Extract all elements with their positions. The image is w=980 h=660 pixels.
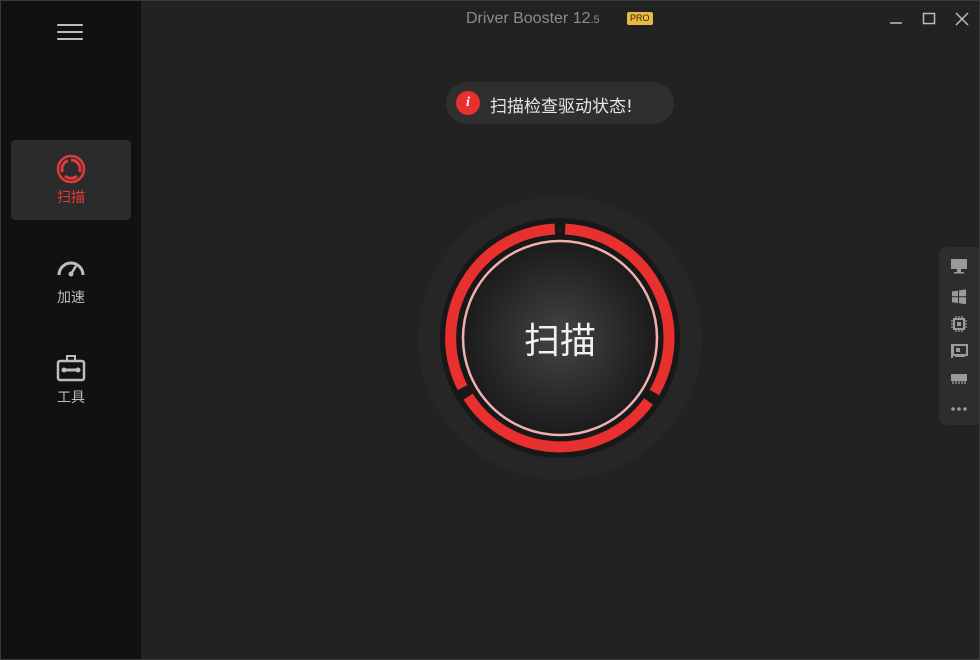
chip-icon[interactable] xyxy=(950,316,968,332)
sidebar: 扫描 加速 工具 xyxy=(1,1,141,659)
network-card-icon[interactable] xyxy=(950,343,968,359)
app-version-suffix: .5 xyxy=(590,14,600,26)
more-icon[interactable] xyxy=(950,401,968,417)
hardware-toolbar xyxy=(939,247,979,425)
minimize-icon xyxy=(890,22,902,24)
maximize-button[interactable] xyxy=(918,9,940,29)
toolbox-icon xyxy=(56,355,86,382)
sidebar-item-speed[interactable]: 加速 xyxy=(11,240,131,320)
sidebar-item-label: 扫描 xyxy=(57,190,85,206)
windows-icon[interactable] xyxy=(950,289,968,305)
close-button[interactable] xyxy=(951,9,973,29)
app-title: Driver Booster 12.5 xyxy=(466,10,600,28)
sidebar-item-tools[interactable]: 工具 xyxy=(11,340,131,420)
memory-icon[interactable] xyxy=(950,370,968,386)
monitor-icon[interactable] xyxy=(950,258,968,274)
notice-text: 扫描检查驱动状态! xyxy=(490,97,633,117)
speedometer-icon xyxy=(57,261,85,277)
pro-badge: PRO xyxy=(627,12,653,25)
hamburger-menu-icon[interactable] xyxy=(57,23,83,41)
close-icon xyxy=(955,12,969,26)
scan-button-label: 扫描 xyxy=(523,321,596,362)
minimize-button[interactable] xyxy=(885,9,907,29)
info-icon: i xyxy=(456,91,480,115)
scan-notice[interactable]: i 扫描检查驱动状态! xyxy=(446,82,674,124)
app-window: 扫描 加速 工具 Driver Booster 12.5 PRO i 扫描检查驱… xyxy=(0,0,980,660)
scan-ring-icon xyxy=(56,154,86,184)
main-panel: Driver Booster 12.5 PRO i 扫描检查驱动状态! 扫描 xyxy=(141,1,979,659)
scan-button[interactable]: 扫描 xyxy=(463,241,657,435)
sidebar-item-scan[interactable]: 扫描 xyxy=(11,140,131,220)
sidebar-item-label: 工具 xyxy=(57,390,85,406)
app-title-text: Driver Booster 12 xyxy=(466,10,591,27)
maximize-icon xyxy=(922,12,936,25)
sidebar-item-label: 加速 xyxy=(57,290,85,306)
